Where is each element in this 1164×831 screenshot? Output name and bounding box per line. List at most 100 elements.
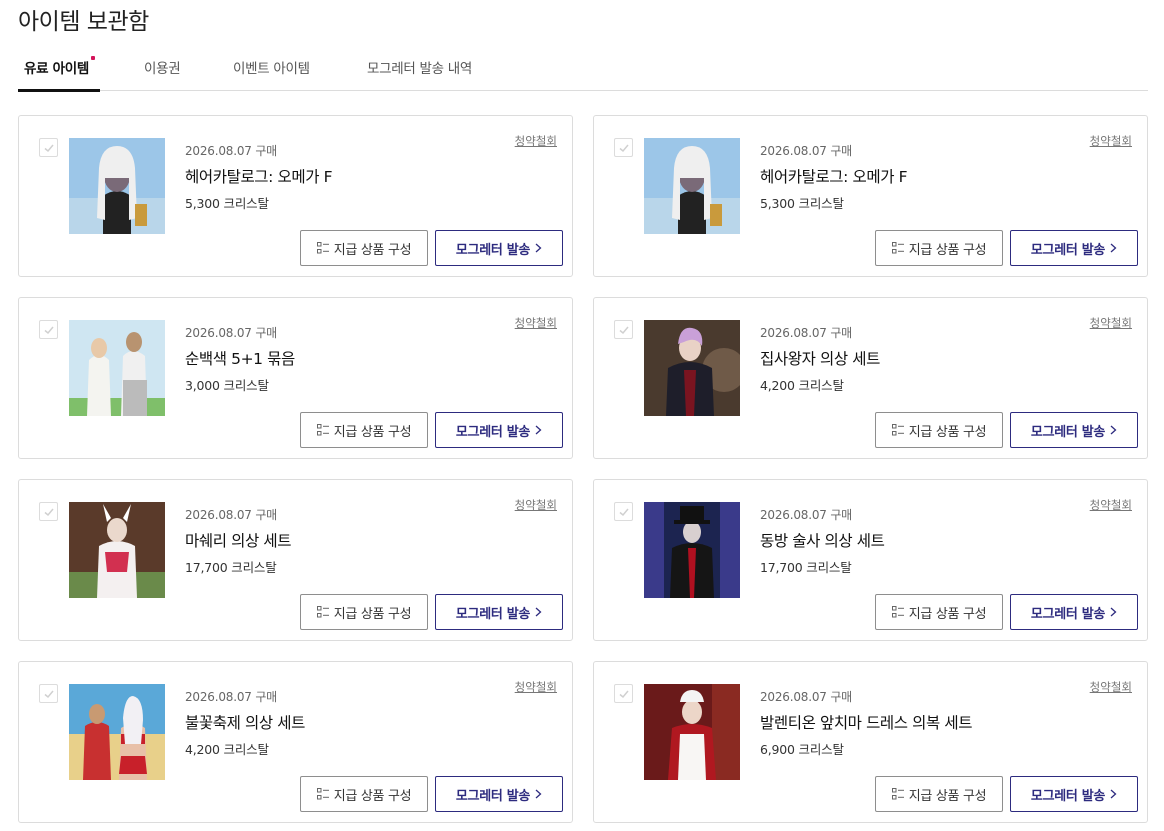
contents-button[interactable]: 지급 상품 구성 xyxy=(300,776,428,812)
item-thumbnail xyxy=(69,684,165,780)
check-icon xyxy=(619,690,629,698)
item-thumbnail xyxy=(69,320,165,416)
contents-button-label: 지급 상품 구성 xyxy=(333,606,412,622)
item-price: 17,700 크리스탈 xyxy=(760,560,852,575)
tab-event-items[interactable]: 이벤트 아이템 xyxy=(233,57,310,77)
cancel-subscription-link[interactable]: 청약철회 xyxy=(1090,679,1132,695)
check-icon xyxy=(619,326,629,334)
purchase-date: 2026.08.07 구매 xyxy=(185,144,278,158)
chevron-right-icon xyxy=(535,607,542,617)
item-checkbox[interactable] xyxy=(39,684,58,703)
contents-button-label: 지급 상품 구성 xyxy=(908,788,987,804)
tab-paid-items[interactable]: 유료 아이템 xyxy=(24,56,95,77)
contents-button[interactable]: 지급 상품 구성 xyxy=(875,776,1003,812)
list-icon xyxy=(891,424,904,436)
item-card: 2026.08.07 구매 헤어카탈로그: 오메가 F 5,300 크리스탈 청… xyxy=(593,115,1148,277)
purchase-date: 2026.08.07 구매 xyxy=(760,326,853,340)
cancel-subscription-link[interactable]: 청약철회 xyxy=(1090,133,1132,149)
list-icon xyxy=(891,788,904,800)
send-button-label: 모그레터 발송 xyxy=(455,606,531,622)
list-icon xyxy=(891,242,904,254)
contents-button[interactable]: 지급 상품 구성 xyxy=(300,594,428,630)
send-button-label: 모그레터 발송 xyxy=(455,242,531,258)
mogletter-send-button[interactable]: 모그레터 발송 xyxy=(435,230,563,266)
mogletter-send-button[interactable]: 모그레터 발송 xyxy=(1010,412,1138,448)
item-name: 헤어카탈로그: 오메가 F xyxy=(185,168,333,186)
item-card: 2026.08.07 구매 불꽃축제 의상 세트 4,200 크리스탈 청약철회… xyxy=(18,661,573,823)
active-tab-underline xyxy=(18,89,100,92)
mogletter-send-button[interactable]: 모그레터 발송 xyxy=(435,412,563,448)
contents-button-label: 지급 상품 구성 xyxy=(333,788,412,804)
item-thumbnail xyxy=(644,502,740,598)
tab-bar: 유료 아이템 이용권 이벤트 아이템 모그레터 발송 내역 xyxy=(18,52,1148,92)
item-price: 4,200 크리스탈 xyxy=(760,378,844,393)
check-icon xyxy=(619,144,629,152)
item-card: 2026.08.07 구매 동방 술사 의상 세트 17,700 크리스탈 청약… xyxy=(593,479,1148,641)
contents-button[interactable]: 지급 상품 구성 xyxy=(875,412,1003,448)
chevron-right-icon xyxy=(535,243,542,253)
contents-button[interactable]: 지급 상품 구성 xyxy=(875,230,1003,266)
item-card: 2026.08.07 구매 마쉐리 의상 세트 17,700 크리스탈 청약철회… xyxy=(18,479,573,641)
mogletter-send-button[interactable]: 모그레터 발송 xyxy=(435,776,563,812)
contents-button[interactable]: 지급 상품 구성 xyxy=(875,594,1003,630)
purchase-date: 2026.08.07 구매 xyxy=(185,690,278,704)
cancel-subscription-link[interactable]: 청약철회 xyxy=(515,679,557,695)
item-price: 5,300 크리스탈 xyxy=(185,196,269,211)
item-price: 5,300 크리스탈 xyxy=(760,196,844,211)
item-name: 마쉐리 의상 세트 xyxy=(185,532,292,550)
item-name: 불꽃축제 의상 세트 xyxy=(185,714,305,732)
cancel-subscription-link[interactable]: 청약철회 xyxy=(515,497,557,513)
send-button-label: 모그레터 발송 xyxy=(1030,788,1106,804)
item-checkbox[interactable] xyxy=(614,502,633,521)
chevron-right-icon xyxy=(1110,243,1117,253)
item-checkbox[interactable] xyxy=(39,502,58,521)
send-button-label: 모그레터 발송 xyxy=(1030,424,1106,440)
item-thumbnail xyxy=(644,684,740,780)
tab-label: 유료 아이템 xyxy=(24,61,89,77)
mogletter-send-button[interactable]: 모그레터 발송 xyxy=(1010,230,1138,266)
check-icon xyxy=(44,690,54,698)
contents-button[interactable]: 지급 상품 구성 xyxy=(300,412,428,448)
tab-mogletter-history[interactable]: 모그레터 발송 내역 xyxy=(367,57,472,77)
contents-button-label: 지급 상품 구성 xyxy=(908,242,987,258)
purchase-date: 2026.08.07 구매 xyxy=(760,690,853,704)
cancel-subscription-link[interactable]: 청약철회 xyxy=(515,133,557,149)
item-card: 2026.08.07 구매 집사왕자 의상 세트 4,200 크리스탈 청약철회… xyxy=(593,297,1148,459)
contents-button-label: 지급 상품 구성 xyxy=(333,424,412,440)
mogletter-send-button[interactable]: 모그레터 발송 xyxy=(1010,594,1138,630)
tab-passes[interactable]: 이용권 xyxy=(144,57,181,77)
cancel-subscription-link[interactable]: 청약철회 xyxy=(1090,315,1132,331)
item-checkbox[interactable] xyxy=(614,684,633,703)
send-button-label: 모그레터 발송 xyxy=(1030,242,1106,258)
list-icon xyxy=(891,606,904,618)
new-indicator-dot xyxy=(91,56,95,60)
item-checkbox[interactable] xyxy=(39,138,58,157)
item-name: 동방 술사 의상 세트 xyxy=(760,532,885,550)
contents-button[interactable]: 지급 상품 구성 xyxy=(300,230,428,266)
item-price: 6,900 크리스탈 xyxy=(760,742,844,757)
item-thumbnail xyxy=(644,138,740,234)
purchase-date: 2026.08.07 구매 xyxy=(760,508,853,522)
chevron-right-icon xyxy=(1110,607,1117,617)
item-price: 17,700 크리스탈 xyxy=(185,560,277,575)
item-price: 4,200 크리스탈 xyxy=(185,742,269,757)
contents-button-label: 지급 상품 구성 xyxy=(333,242,412,258)
item-checkbox[interactable] xyxy=(614,320,633,339)
check-icon xyxy=(619,508,629,516)
item-thumbnail xyxy=(69,138,165,234)
check-icon xyxy=(44,144,54,152)
item-name: 발렌티온 앞치마 드레스 의복 세트 xyxy=(760,714,973,732)
cancel-subscription-link[interactable]: 청약철회 xyxy=(1090,497,1132,513)
list-icon xyxy=(316,242,329,254)
cancel-subscription-link[interactable]: 청약철회 xyxy=(515,315,557,331)
item-checkbox[interactable] xyxy=(39,320,58,339)
item-thumbnail xyxy=(644,320,740,416)
item-name: 헤어카탈로그: 오메가 F xyxy=(760,168,908,186)
chevron-right-icon xyxy=(535,425,542,435)
list-icon xyxy=(316,788,329,800)
mogletter-send-button[interactable]: 모그레터 발송 xyxy=(1010,776,1138,812)
item-checkbox[interactable] xyxy=(614,138,633,157)
list-icon xyxy=(316,606,329,618)
page-title: 아이템 보관함 xyxy=(18,9,149,35)
mogletter-send-button[interactable]: 모그레터 발송 xyxy=(435,594,563,630)
